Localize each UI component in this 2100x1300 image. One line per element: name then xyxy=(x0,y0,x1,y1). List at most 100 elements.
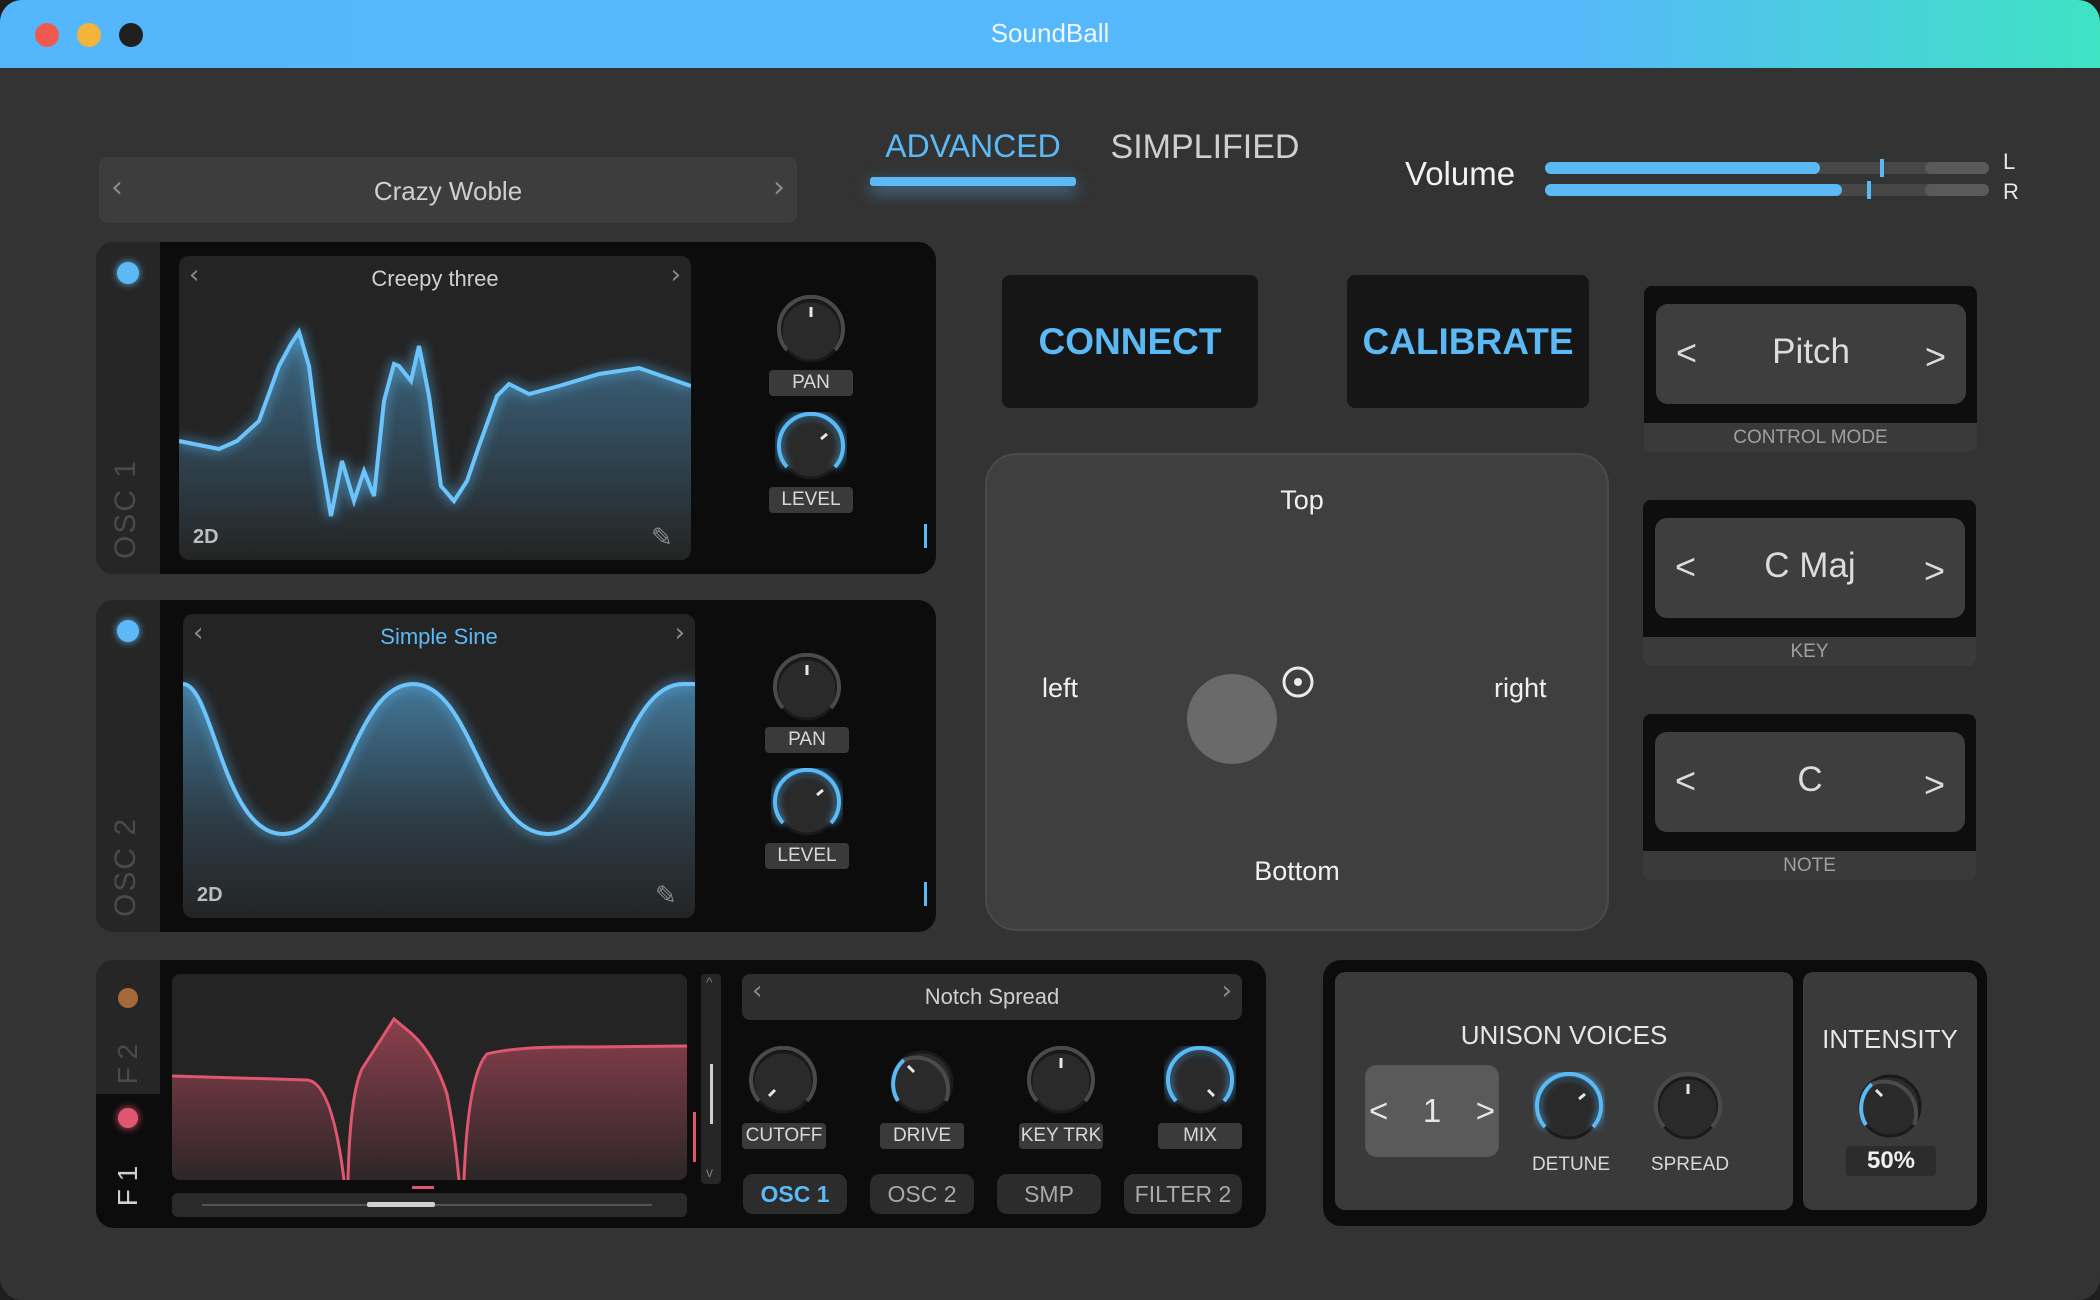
osc1-panel: OSC 1 ‹ Creepy three › 2D ✎ PAN LEVEL xyxy=(96,242,936,574)
control-mode-selector: < Pitch > xyxy=(1656,304,1966,404)
osc2-pan-label: PAN xyxy=(765,727,849,753)
title-bar: SoundBall xyxy=(0,0,2100,68)
intensity-section: INTENSITY 50% xyxy=(1803,972,1977,1210)
key-next-button[interactable]: > xyxy=(1924,550,1945,592)
unison-voices-stepper: < 1 > xyxy=(1365,1065,1499,1157)
f1-tab-label: F 1 xyxy=(112,1165,143,1207)
osc2-edit-pencil-icon[interactable]: ✎ xyxy=(655,880,677,911)
f2-tab-label: F 2 xyxy=(112,1043,143,1085)
preset-prev-button[interactable]: ‹ xyxy=(111,170,123,205)
scroll-up-icon[interactable]: ^ xyxy=(706,974,713,990)
volume-right-fill xyxy=(1545,184,1842,196)
app-window: SoundBall ‹ Crazy Woble › ADVANCED SIMPL… xyxy=(0,0,2100,1300)
filter-response-display[interactable] xyxy=(172,974,687,1180)
osc1-level-knob[interactable] xyxy=(775,412,847,484)
intensity-knob[interactable] xyxy=(1854,1070,1926,1142)
osc1-label: OSC 1 xyxy=(109,458,142,560)
note-next-button[interactable]: > xyxy=(1924,764,1945,806)
osc2-panel: OSC 2 ‹ Simple Sine › 2D ✎ PAN LEVEL xyxy=(96,600,936,932)
detune-label: DETUNE xyxy=(1529,1152,1613,1178)
unison-title: UNISON VOICES xyxy=(1460,1020,1668,1050)
filter-tab-f2[interactable]: F 2 xyxy=(96,960,160,1094)
osc1-mode-label: 2D xyxy=(193,526,219,548)
osc2-enable-toggle[interactable] xyxy=(117,620,139,642)
f2-enable-toggle[interactable] xyxy=(118,988,138,1008)
osc2-level-label: LEVEL xyxy=(765,843,849,869)
osc2-pan-knob[interactable] xyxy=(771,653,843,725)
volume-left-clip xyxy=(1925,162,1989,174)
volume-meter-right[interactable] xyxy=(1545,181,1989,199)
key-value: C Maj xyxy=(1764,546,1856,585)
osc1-enable-toggle[interactable] xyxy=(117,262,139,284)
drive-knob[interactable] xyxy=(886,1046,958,1118)
osc2-level-knob[interactable] xyxy=(771,768,843,840)
control-mode-widget: < Pitch > CONTROL MODE xyxy=(1644,286,1977,452)
osc1-waveform-display[interactable]: ‹ Creepy three › 2D ✎ xyxy=(179,256,691,560)
tab-advanced[interactable]: ADVANCED xyxy=(870,124,1076,186)
filter-type-prev-button[interactable]: ‹ xyxy=(752,976,762,1006)
xy-pad[interactable]: Top Bottom left right xyxy=(985,453,1609,931)
pad-right-label: right xyxy=(1494,673,1547,703)
route-smp-button[interactable]: SMP xyxy=(997,1174,1101,1214)
unison-increment-button[interactable]: > xyxy=(1476,1092,1495,1130)
filter-vscroll-thumb[interactable] xyxy=(710,1064,713,1124)
filter-vertical-scrollbar[interactable]: ^ v xyxy=(701,974,721,1184)
osc1-edit-pencil-icon[interactable]: ✎ xyxy=(651,522,673,553)
filter-tab-f1[interactable]: F 1 xyxy=(96,1094,160,1228)
connect-button[interactable]: CONNECT xyxy=(1002,275,1258,408)
unison-decrement-button[interactable]: < xyxy=(1369,1092,1388,1130)
cutoff-label: CUTOFF xyxy=(742,1123,826,1149)
volume-meter-left[interactable] xyxy=(1545,159,1989,177)
unison-intensity-panel: UNISON VOICES < 1 > DETUNE SPREAD INTENS… xyxy=(1323,960,1987,1226)
osc1-pan-knob[interactable] xyxy=(775,295,847,367)
tab-simplified[interactable]: SIMPLIFIED xyxy=(1100,128,1310,167)
intensity-value: 50% xyxy=(1846,1146,1936,1176)
calibrate-button[interactable]: CALIBRATE xyxy=(1347,275,1589,408)
mix-label: MIX xyxy=(1158,1123,1242,1149)
filter-level-indicator xyxy=(693,1112,696,1162)
spread-knob[interactable] xyxy=(1652,1072,1724,1144)
pad-bottom-label: Bottom xyxy=(1254,856,1340,886)
osc1-pan-label: PAN xyxy=(769,370,853,396)
osc1-scroll-indicator[interactable] xyxy=(924,524,927,548)
note-prev-button[interactable]: < xyxy=(1675,760,1696,802)
osc1-level-label: LEVEL xyxy=(769,487,853,513)
preset-name: Crazy Woble xyxy=(373,176,523,206)
osc2-scroll-indicator[interactable] xyxy=(924,882,927,906)
note-value: C xyxy=(1797,760,1823,799)
route-osc1-button[interactable]: OSC 1 xyxy=(743,1174,847,1214)
filter-panel: F 2 F 1 ^ v ‹ Notch Spread › CUTOFF DRIV… xyxy=(96,960,1266,1228)
filter-type-name: Notch Spread xyxy=(924,984,1060,1009)
filter-horizontal-scrollbar[interactable] xyxy=(172,1193,687,1217)
volume-left-channel-label: L xyxy=(2003,149,2016,174)
osc2-waveform-display[interactable]: ‹ Simple Sine › 2D ✎ xyxy=(183,614,695,918)
key-selector: < C Maj > xyxy=(1655,518,1965,618)
filter-type-next-button[interactable]: › xyxy=(1222,976,1232,1006)
preset-next-button[interactable]: › xyxy=(773,170,785,205)
note-selector: < C > xyxy=(1655,732,1965,832)
osc2-label: OSC 2 xyxy=(109,816,142,918)
detune-knob[interactable] xyxy=(1533,1072,1605,1144)
control-mode-next-button[interactable]: > xyxy=(1925,336,1946,378)
key-prev-button[interactable]: < xyxy=(1675,546,1696,588)
key-track-knob[interactable] xyxy=(1025,1046,1097,1118)
volume-left-fill xyxy=(1545,162,1820,174)
pad-left-label: left xyxy=(1042,673,1079,703)
mix-knob[interactable] xyxy=(1164,1046,1236,1118)
control-mode-prev-button[interactable]: < xyxy=(1676,332,1697,374)
filter-curve xyxy=(172,1016,687,1180)
note-widget: < C > NOTE xyxy=(1643,714,1976,880)
scroll-down-icon[interactable]: v xyxy=(706,1164,713,1180)
control-mode-value: Pitch xyxy=(1772,332,1850,371)
key-track-label: KEY TRK xyxy=(1019,1123,1103,1149)
drive-label: DRIVE xyxy=(880,1123,964,1149)
route-filter2-button[interactable]: FILTER 2 xyxy=(1124,1174,1242,1214)
pad-target-icon xyxy=(1282,666,1314,698)
filter-scroll-thumb[interactable] xyxy=(367,1202,435,1207)
osc1-waveform xyxy=(179,327,691,560)
f1-enable-toggle[interactable] xyxy=(118,1108,138,1128)
volume-label: Volume xyxy=(1405,155,1516,192)
pad-ball-handle[interactable] xyxy=(1187,674,1277,764)
route-osc2-button[interactable]: OSC 2 xyxy=(870,1174,974,1214)
cutoff-knob[interactable] xyxy=(747,1046,819,1118)
